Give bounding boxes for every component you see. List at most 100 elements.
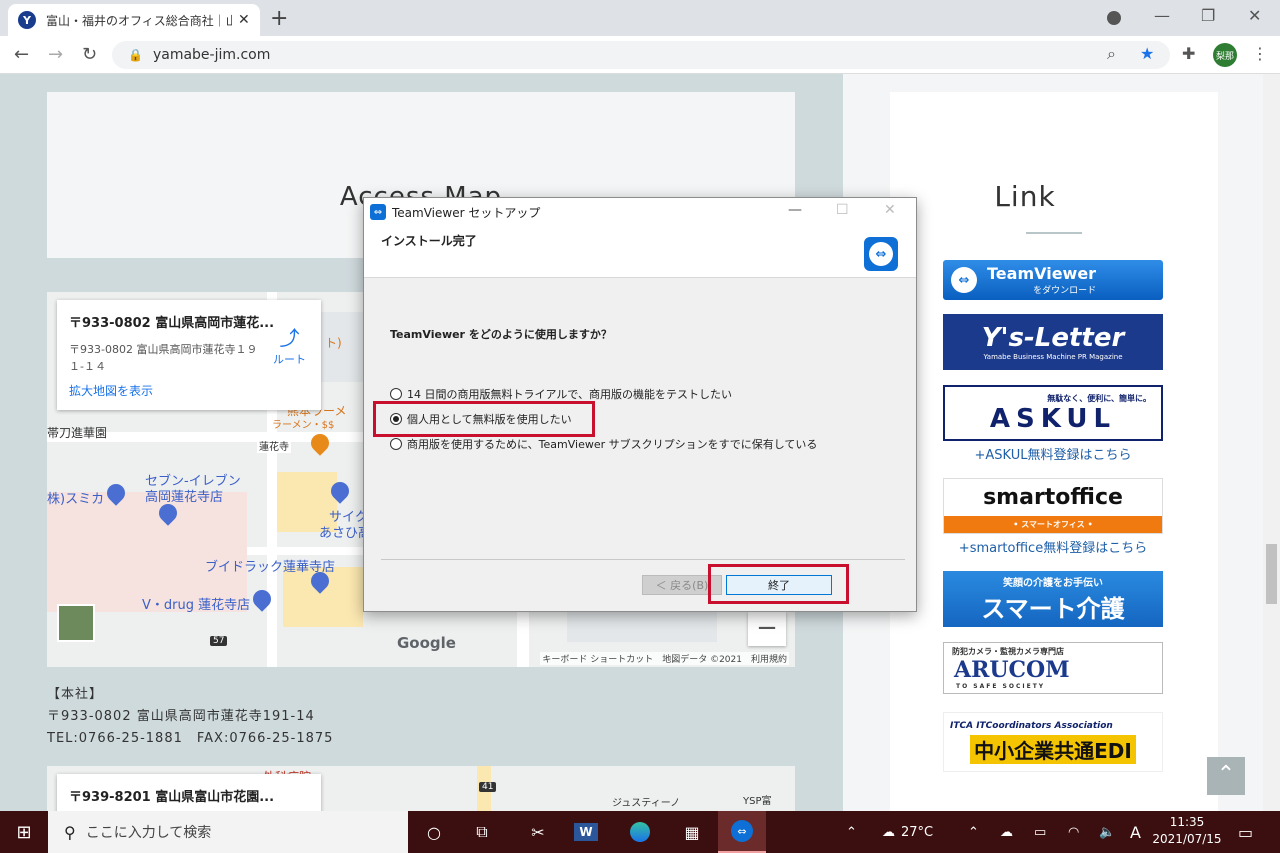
- reload-icon[interactable]: ↻: [82, 44, 97, 65]
- ys-letter-banner[interactable]: Y's-Letter Yamabe Business Machine PR Ma…: [943, 314, 1163, 370]
- scroll-to-top-button[interactable]: ⌃: [1207, 757, 1245, 795]
- browser-toolbar: ← → ↻ 🔒 yamabe-jim.com ⌕ ★ ✚ 梨那 ⋮: [0, 36, 1280, 74]
- smart-kaigo-banner[interactable]: 笑顔の介護をお手伝い スマート介護: [943, 571, 1163, 627]
- battery-icon[interactable]: ▭: [1034, 811, 1046, 853]
- enlarge-map-link[interactable]: 拡大地図を表示: [69, 382, 153, 399]
- tab-title: 富山・福井のオフィス総合商社｜山: [46, 13, 232, 28]
- banner-subtext: 防犯カメラ・監視カメラ専門店: [952, 647, 1064, 656]
- clock-date: 2021/07/15: [1152, 832, 1222, 846]
- weather-temp: 27°C: [901, 824, 934, 840]
- teamviewer-glyph: ⇔: [731, 820, 753, 842]
- option-label: 14 日間の商用版無料トライアルで、商用版の機能をテストしたい: [407, 388, 732, 401]
- edge-icon[interactable]: [616, 811, 664, 853]
- map-attribution[interactable]: キーボード ショートカット 地図データ ©2021 利用規約: [540, 652, 789, 665]
- weather-widget[interactable]: ☁ 27°C: [882, 811, 933, 853]
- calculator-icon[interactable]: ▦: [668, 811, 716, 853]
- taskbar-search-box[interactable]: ⚲ ここに入力して検索: [48, 811, 408, 853]
- task-view-icon[interactable]: ⧉: [458, 811, 506, 853]
- directions-button[interactable]: ⤴ ルート: [273, 322, 306, 367]
- scrollbar-thumb[interactable]: [1266, 544, 1277, 604]
- windows-start-icon[interactable]: ⊞: [0, 811, 48, 853]
- askul-register-link[interactable]: +ASKUL無料登録はこちら: [943, 444, 1163, 463]
- zoom-out-button[interactable]: −: [748, 612, 786, 646]
- onedrive-icon[interactable]: ☁: [1000, 811, 1013, 853]
- show-hidden-icons[interactable]: ⌃: [968, 811, 979, 853]
- url-text: yamabe-jim.com: [152, 47, 271, 63]
- dialog-header: インストール完了 ⇔: [364, 226, 916, 278]
- map-info-card: 〒933-0802 富山県高岡市蓮花... 〒933-0802 富山県高岡市蓮花…: [57, 300, 321, 410]
- page-scrollbar[interactable]: [1263, 74, 1280, 811]
- phone-fax-line: TEL:0766-25-1881 FAX:0766-25-1875: [47, 731, 334, 746]
- teamviewer-arrows-icon: ⇔: [869, 242, 893, 266]
- teamviewer-taskbar-icon[interactable]: ⇔: [718, 811, 766, 853]
- bookmark-star-icon[interactable]: ★: [1140, 44, 1154, 63]
- route-badge: 57: [210, 636, 228, 646]
- option-commercial-trial[interactable]: 14 日間の商用版無料トライアルで、商用版の機能をテストしたい: [390, 386, 732, 402]
- askul-banner[interactable]: 無駄なく、便利に、簡単に。 ASKUL: [943, 385, 1163, 441]
- radio-commercial-trial[interactable]: [390, 388, 402, 400]
- notification-icon[interactable]: ▭: [1238, 811, 1253, 853]
- tab-close-icon[interactable]: ✕: [238, 12, 250, 28]
- map-label: ラーメン・$$: [272, 420, 335, 431]
- banner-text: TeamViewer: [987, 264, 1097, 283]
- browser-tab[interactable]: Y 富山・福井のオフィス総合商社｜山 ✕: [8, 4, 260, 36]
- map-label: 帯刀進華園: [47, 426, 108, 440]
- itca-edi-banner[interactable]: ITCA ITCoordinators Association 中小企業共通ED…: [943, 712, 1163, 772]
- volume-icon[interactable]: 🔈: [1099, 811, 1115, 853]
- option-label: 商用版を使用するために、TeamViewer サブスクリプションをすでに保有して…: [407, 438, 818, 451]
- menu-kebab-icon[interactable]: ⋮: [1252, 44, 1268, 63]
- tray-expand-icon[interactable]: ⌃: [846, 811, 857, 853]
- cortana-icon[interactable]: ○: [410, 811, 458, 853]
- extensions-icon[interactable]: ✚: [1182, 44, 1195, 63]
- banner-subtext: をダウンロード: [1033, 286, 1097, 296]
- satellite-view-toggle[interactable]: [57, 604, 95, 642]
- teamviewer-logo-icon: ⇔: [864, 237, 898, 271]
- banner-subtext: Yamabe Business Machine PR Magazine: [983, 353, 1123, 361]
- directions-label: ルート: [273, 353, 306, 366]
- banner-subtext: 笑顔の介護をお手伝い: [1003, 578, 1103, 589]
- word-glyph: W: [574, 823, 598, 841]
- minimize-icon[interactable]: —: [1154, 6, 1170, 25]
- window-close-icon[interactable]: ✕: [1248, 6, 1261, 25]
- dialog-close-icon: ✕: [884, 202, 896, 218]
- system-clock[interactable]: 11:35 2021/07/15: [1150, 814, 1224, 848]
- map-label: 蓮花寺: [257, 438, 291, 453]
- banner-text: 中小企業共通EDI: [970, 734, 1136, 764]
- smartoffice-register-link[interactable]: +smartoffice無料登録はこちら: [943, 537, 1163, 556]
- zoom-icon[interactable]: ⌕: [1107, 44, 1116, 64]
- banner-text: Y's-Letter: [981, 323, 1125, 353]
- restore-icon[interactable]: ❐: [1201, 6, 1215, 25]
- snipping-tool-icon[interactable]: ✂: [514, 811, 562, 853]
- search-icon: ⚲: [64, 822, 76, 842]
- google-map-toyama-office[interactable]: 外科病院 ジュスティーノ YSP富 41 〒939-8201 富山県富山市花園.…: [47, 766, 795, 811]
- tab-search-icon[interactable]: [1107, 11, 1121, 25]
- banner-text: スマート介護: [981, 595, 1125, 623]
- site-favicon-icon: Y: [18, 11, 36, 29]
- map-card-title: 〒939-8201 富山県富山市花園...: [69, 790, 275, 805]
- link-title: Link: [994, 180, 1056, 213]
- dialog-minimize-icon[interactable]: —: [788, 202, 802, 218]
- dialog-title: TeamViewer セットアップ: [392, 205, 541, 220]
- new-tab-button[interactable]: +: [270, 6, 288, 31]
- teamviewer-logo-icon: ⇔: [951, 267, 977, 293]
- banner-text: ARUCOM: [954, 657, 1070, 683]
- google-logo: Google: [397, 634, 456, 652]
- profile-avatar[interactable]: 梨那: [1213, 43, 1237, 67]
- lock-icon[interactable]: 🔒: [128, 48, 143, 62]
- back-arrow-icon[interactable]: ←: [14, 44, 29, 65]
- dialog-maximize-icon: ☐: [836, 202, 849, 218]
- smartoffice-banner[interactable]: smartoffice • スマートオフィス •: [943, 478, 1163, 534]
- forward-arrow-icon[interactable]: →: [48, 44, 63, 65]
- radio-existing-subscription[interactable]: [390, 438, 402, 450]
- windows-taskbar: ⊞ ⚲ ここに入力して検索 ○ ⧉ ✂ W ▦ ⇔ ⌃ ☁ 27°C ⌃ ☁ ▭…: [0, 811, 1280, 853]
- annotation-highlight-finish: [708, 564, 849, 604]
- teamviewer-download-banner[interactable]: ⇔ TeamViewer をダウンロード: [943, 260, 1163, 300]
- ime-indicator[interactable]: A: [1130, 811, 1141, 853]
- option-existing-subscription[interactable]: 商用版を使用するために、TeamViewer サブスクリプションをすでに保有して…: [390, 436, 817, 452]
- directions-icon: ⤴: [279, 326, 300, 350]
- word-icon[interactable]: W: [562, 811, 610, 853]
- arucom-banner[interactable]: 防犯カメラ・監視カメラ専門店 ARUCOM TO SAFE SOCIETY: [943, 642, 1163, 694]
- dialog-titlebar[interactable]: ⇔ TeamViewer セットアップ — ☐ ✕: [364, 198, 916, 226]
- wifi-icon[interactable]: ◠: [1068, 811, 1079, 853]
- address-bar[interactable]: 🔒 yamabe-jim.com: [112, 41, 1170, 69]
